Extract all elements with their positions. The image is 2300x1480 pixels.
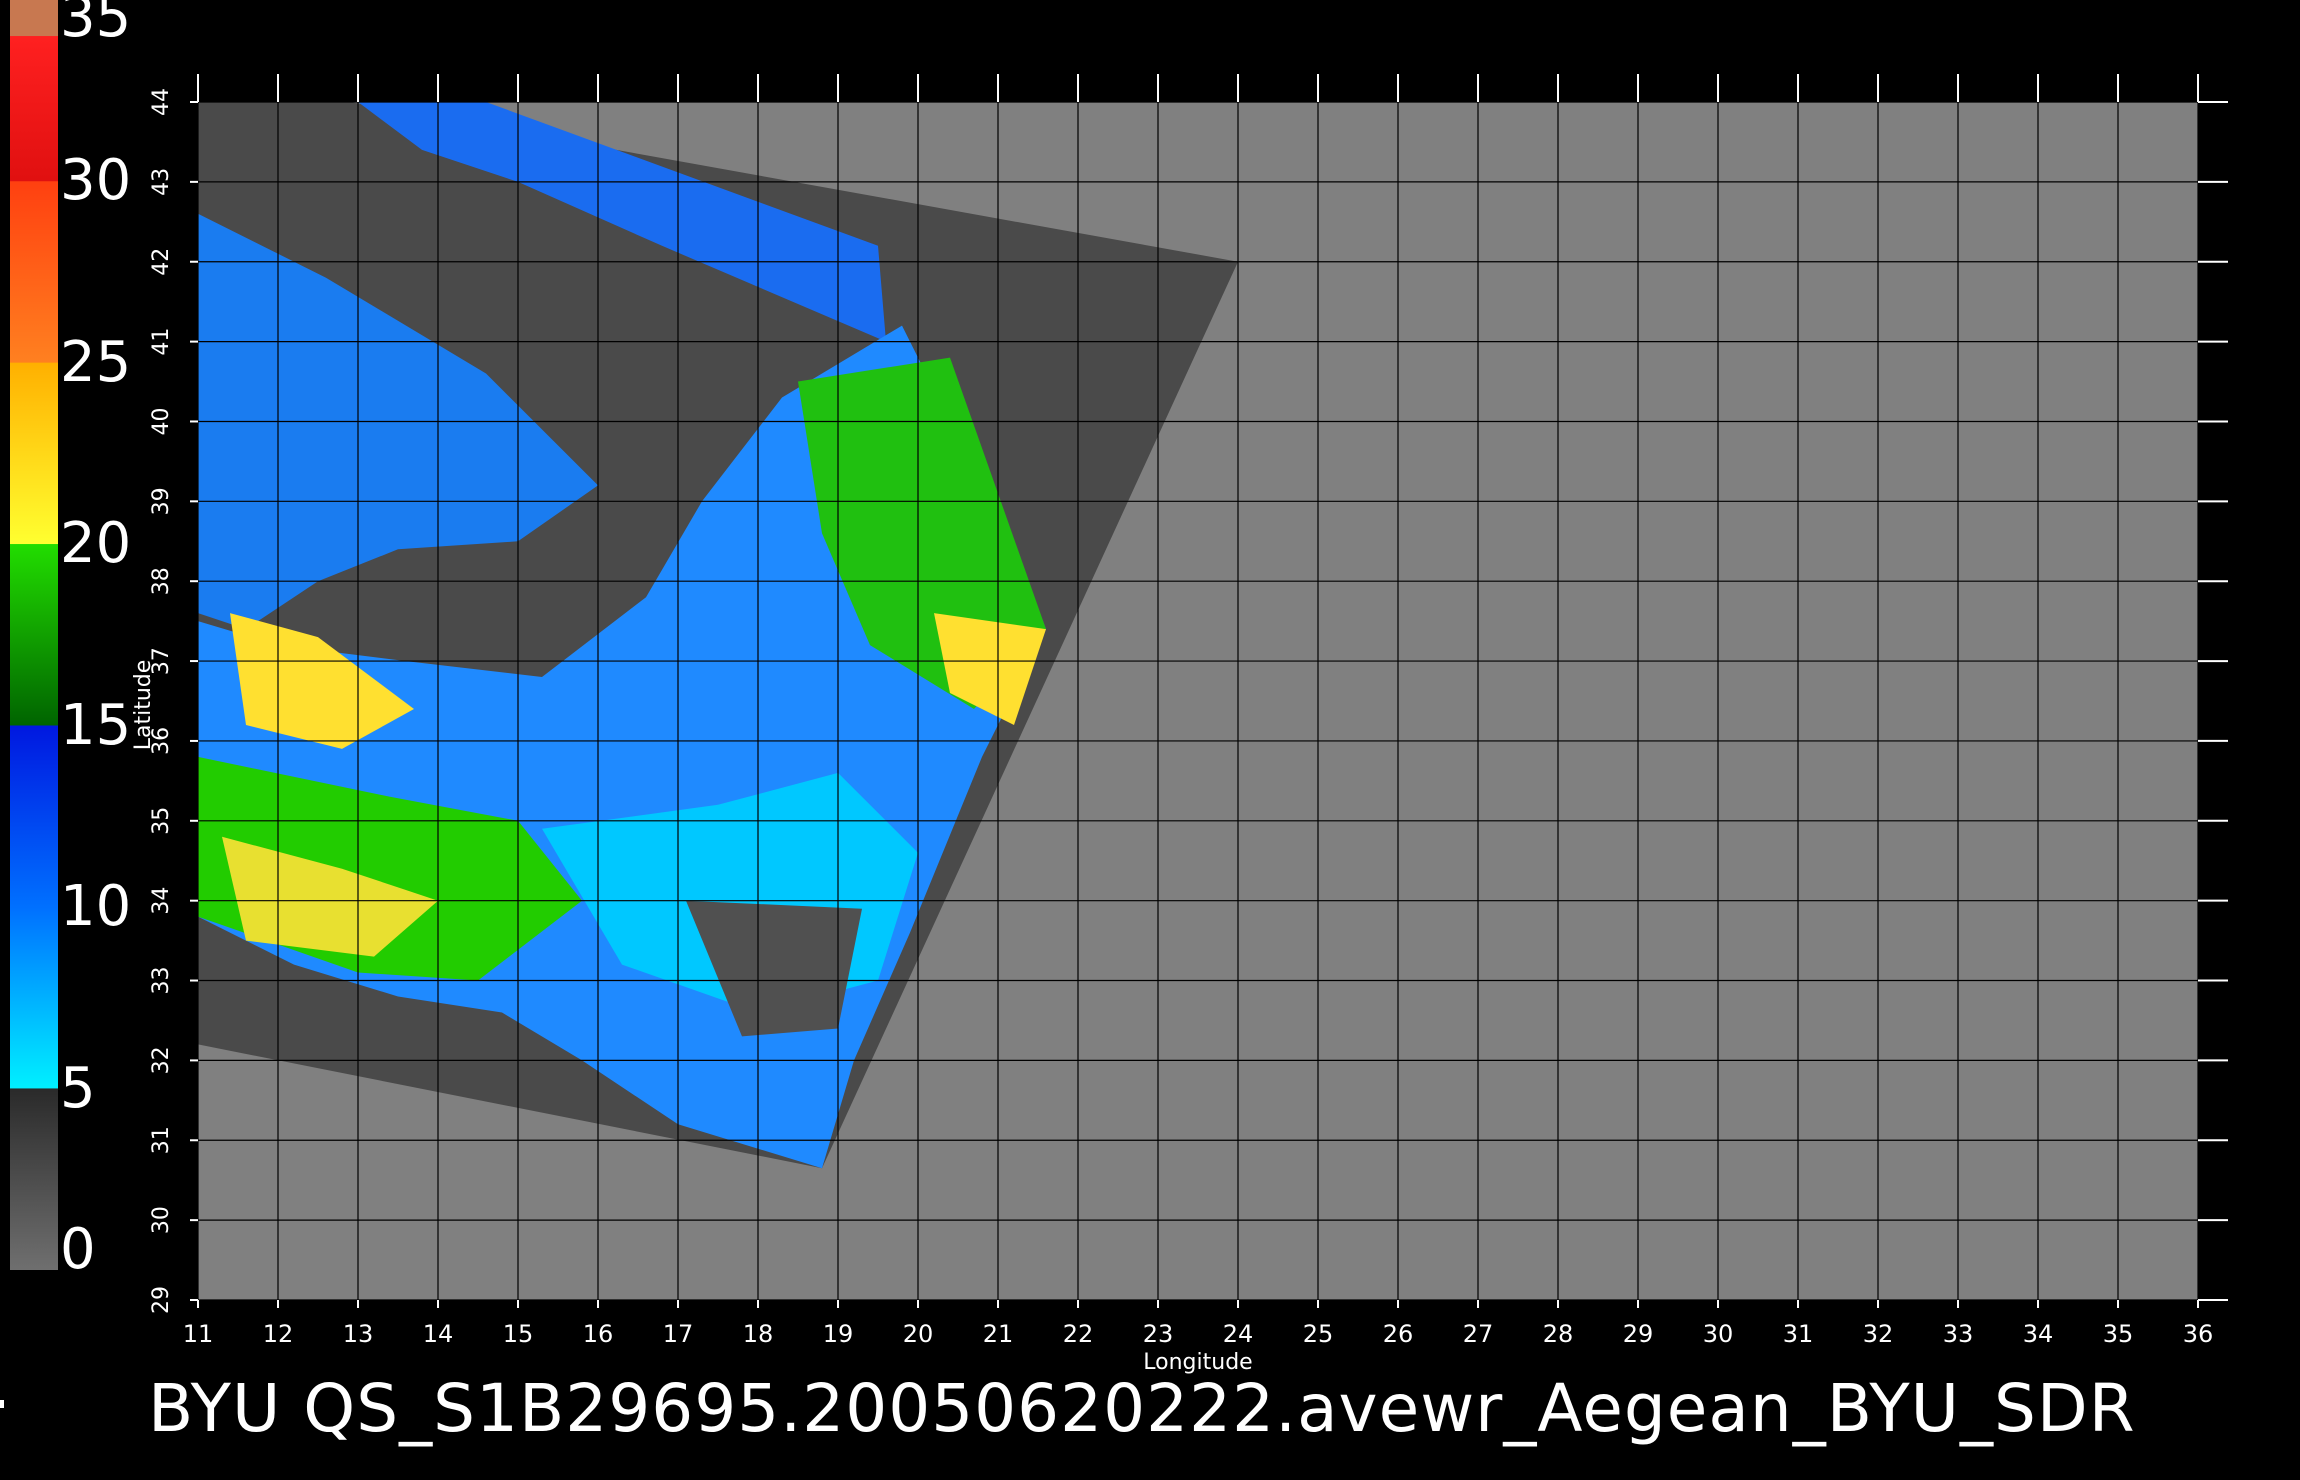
x-tick-label: 22 — [1063, 1320, 1094, 1348]
edge-mark — [0, 1400, 4, 1408]
y-tick-label: 35 — [149, 807, 174, 835]
y-tick-label: 44 — [149, 88, 174, 116]
x-tick-label: 14 — [423, 1320, 454, 1348]
colorbar-tick-label: 15 — [60, 692, 132, 758]
y-tick-label: 31 — [149, 1126, 174, 1154]
y-tick-label: 32 — [149, 1046, 174, 1074]
colorbar-tick-label: 5 — [60, 1055, 96, 1121]
y-tick-label: 40 — [149, 407, 174, 435]
image-caption: BYU QS_S1B29695.20050620222.avewr_Aegean… — [148, 1370, 2136, 1447]
colorbar-tick-label: 0 — [60, 1217, 96, 1282]
y-tick-label: 39 — [149, 487, 174, 515]
x-tick-label: 35 — [2103, 1320, 2134, 1348]
x-tick-label: 12 — [263, 1320, 294, 1348]
y-tick-label: 33 — [149, 967, 174, 995]
x-tick-label: 24 — [1223, 1320, 1254, 1348]
x-tick-label: 28 — [1543, 1320, 1574, 1348]
x-tick-label: 13 — [343, 1320, 374, 1348]
x-tick-label: 11 — [183, 1320, 214, 1348]
y-tick-label: 42 — [149, 248, 174, 276]
x-tick-label: 33 — [1943, 1320, 1974, 1348]
x-tick-label: 17 — [663, 1320, 694, 1348]
y-tick-label: 43 — [149, 168, 174, 196]
colorbar-tick-label: 35 — [60, 0, 132, 50]
x-tick-label: 23 — [1143, 1320, 1174, 1348]
x-tick-label: 31 — [1783, 1320, 1814, 1348]
x-tick-label: 26 — [1383, 1320, 1414, 1348]
colorbar-tick-label: 10 — [60, 874, 132, 940]
colorbar-tick-label: 30 — [60, 148, 132, 214]
y-tick-label: 38 — [149, 567, 174, 595]
x-tick-label: 19 — [823, 1320, 854, 1348]
x-tick-label: 16 — [583, 1320, 614, 1348]
x-tick-label: 25 — [1303, 1320, 1334, 1348]
y-tick-label: 41 — [149, 328, 174, 356]
x-tick-label: 27 — [1463, 1320, 1494, 1348]
x-tick-label: 15 — [503, 1320, 534, 1348]
y-tick-label: 34 — [149, 887, 174, 915]
wind-map: 11 12 13 14 15 16 17 18 19 20 21 22 23 24 25 26 27 28 29 30… — [10, 0, 2228, 1375]
x-tick-label: 21 — [983, 1320, 1014, 1348]
x-tick-label: 36 — [2183, 1320, 2214, 1348]
y-axis-label: Latitude — [131, 660, 156, 751]
colorbar-scale — [10, 0, 58, 1270]
x-tick-label: 20 — [903, 1320, 934, 1348]
x-tick-label: 29 — [1623, 1320, 1654, 1348]
colorbar-tick-label: 20 — [60, 511, 132, 577]
y-tick-label: 29 — [149, 1286, 174, 1314]
y-tick-label: 30 — [149, 1206, 174, 1234]
x-tick-label: 30 — [1703, 1320, 1734, 1348]
x-tick-label: 32 — [1863, 1320, 1894, 1348]
x-tick-label: 18 — [743, 1320, 774, 1348]
colorbar — [10, 0, 58, 1270]
x-tick-label: 34 — [2023, 1320, 2054, 1348]
colorbar-tick-label: 25 — [60, 329, 132, 395]
